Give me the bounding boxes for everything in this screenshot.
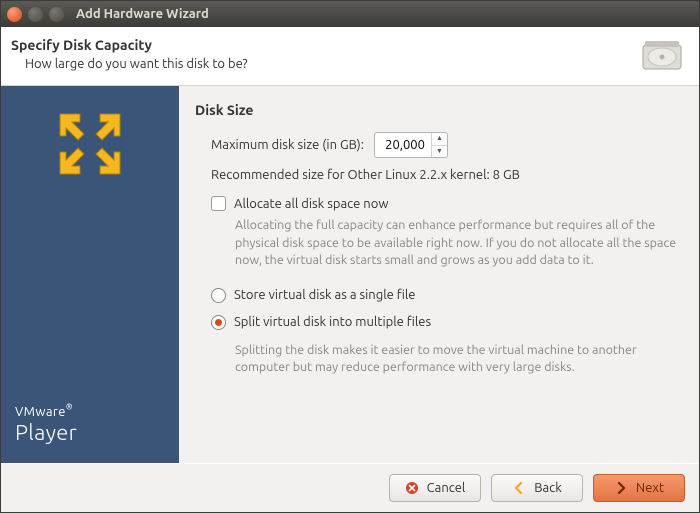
chevron-left-icon xyxy=(512,481,526,495)
next-button-label: Next xyxy=(636,481,664,495)
radio-split-files[interactable] xyxy=(211,315,226,330)
next-button[interactable]: Next xyxy=(593,474,685,502)
radio-single-file-label: Store virtual disk as a single file xyxy=(234,288,415,302)
hard-disk-icon xyxy=(641,37,683,73)
spinner-up-icon[interactable]: ▲ xyxy=(432,133,447,146)
split-files-description: Splitting the disk makes it easier to mo… xyxy=(195,342,679,377)
product-name: VMware® Player xyxy=(15,402,165,445)
vmware-logo-icon xyxy=(50,104,130,184)
window-title: Add Hardware Wizard xyxy=(76,7,209,21)
titlebar[interactable]: Add Hardware Wizard xyxy=(1,1,699,27)
radio-split-files-label: Split virtual disk into multiple files xyxy=(234,315,431,329)
max-disk-size-input[interactable] xyxy=(375,133,431,157)
maximize-icon[interactable] xyxy=(49,7,64,22)
wizard-window: Add Hardware Wizard Specify Disk Capacit… xyxy=(0,0,700,513)
max-disk-size-label: Maximum disk size (in GB): xyxy=(211,138,364,152)
chevron-right-icon xyxy=(614,481,628,495)
page-title: Specify Disk Capacity xyxy=(11,37,248,53)
back-button[interactable]: Back xyxy=(491,474,583,502)
brand-big: Player xyxy=(15,420,165,445)
recommended-size-label: Recommended size for Other Linux 2.2.x k… xyxy=(195,168,679,182)
header-panel: Specify Disk Capacity How large do you w… xyxy=(1,27,699,86)
page-subtitle: How large do you want this disk to be? xyxy=(11,57,248,71)
close-icon[interactable] xyxy=(7,7,22,22)
cancel-icon xyxy=(405,481,419,495)
cancel-button[interactable]: Cancel xyxy=(389,474,481,502)
max-disk-size-spinner[interactable]: ▲ ▼ xyxy=(374,132,448,158)
spinner-down-icon[interactable]: ▼ xyxy=(432,146,447,158)
back-button-label: Back xyxy=(534,481,562,495)
sidebar: VMware® Player xyxy=(1,86,179,463)
content-area: Disk Size Maximum disk size (in GB): ▲ ▼… xyxy=(179,86,699,463)
minimize-icon[interactable] xyxy=(28,7,43,22)
cancel-button-label: Cancel xyxy=(427,481,466,495)
section-title: Disk Size xyxy=(195,102,679,118)
allocate-now-label: Allocate all disk space now xyxy=(234,197,388,211)
allocate-now-checkbox[interactable] xyxy=(211,196,226,211)
button-bar: Cancel Back Next xyxy=(1,463,699,512)
radio-single-file[interactable] xyxy=(211,288,226,303)
brand-small: VMware xyxy=(15,405,66,419)
allocate-now-description: Allocating the full capacity can enhance… xyxy=(195,217,679,270)
brand-registered: ® xyxy=(66,403,73,412)
